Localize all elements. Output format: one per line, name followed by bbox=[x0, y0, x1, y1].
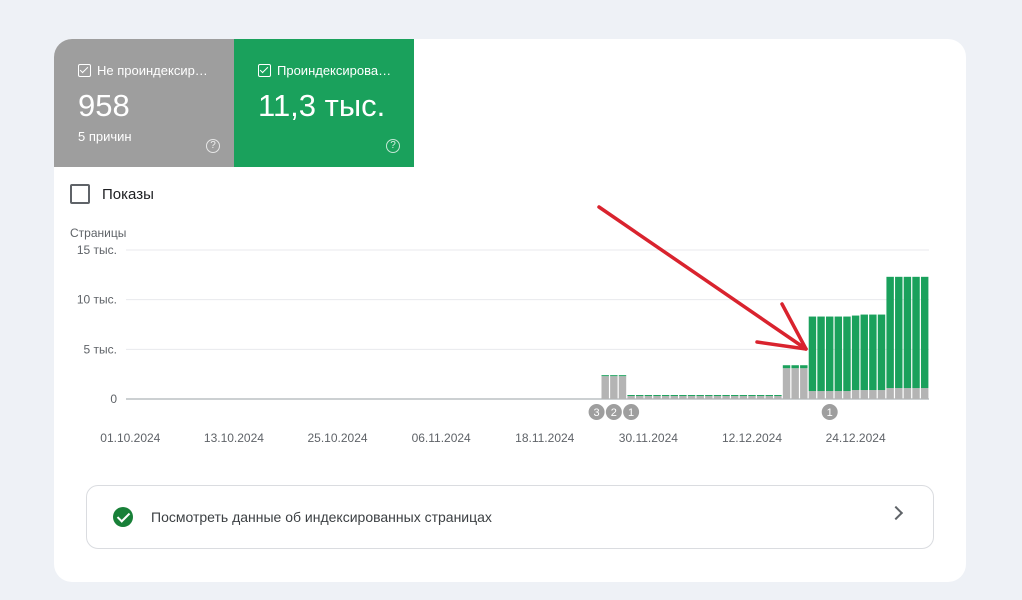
bar-segment bbox=[817, 391, 825, 399]
y-tick-label: 5 тыс. bbox=[84, 342, 117, 356]
x-tick-label: 18.11.2024 bbox=[515, 431, 574, 445]
annotation-label: 1 bbox=[827, 407, 833, 419]
annotation-label: 3 bbox=[594, 407, 600, 419]
bar-segment bbox=[696, 395, 704, 397]
bar-segment bbox=[877, 314, 886, 391]
bar-segment bbox=[834, 316, 843, 392]
bar-segment bbox=[808, 391, 817, 399]
bar-segment bbox=[920, 276, 929, 389]
bar-segment bbox=[756, 396, 765, 399]
bar-segment bbox=[895, 276, 903, 389]
y-tick-label: 10 тыс. bbox=[77, 293, 117, 307]
annotation-label: 1 bbox=[628, 407, 634, 419]
bar-segment bbox=[869, 314, 877, 391]
bar-segment bbox=[661, 395, 670, 397]
bar-segment bbox=[817, 316, 825, 392]
bar-segment bbox=[722, 396, 730, 399]
view-indexed-pages-text: Посмотреть данные об индексированных стр… bbox=[151, 509, 492, 525]
red-arrow-shaft bbox=[597, 205, 808, 351]
bar-segment bbox=[661, 396, 670, 399]
bar-segment bbox=[627, 396, 635, 399]
x-tick-label: 13.10.2024 bbox=[204, 431, 264, 445]
bar-segment bbox=[748, 395, 756, 397]
y-tick-label: 0 bbox=[110, 392, 117, 406]
bar-segment bbox=[774, 396, 782, 399]
bar-segment bbox=[886, 276, 894, 389]
bar-segment bbox=[756, 395, 765, 397]
bar-segment bbox=[653, 395, 661, 397]
x-tick-label: 30.11.2024 bbox=[619, 431, 678, 445]
view-indexed-pages-link[interactable]: Посмотреть данные об индексированных стр… bbox=[86, 485, 934, 549]
bar-segment bbox=[825, 316, 834, 392]
bar-segment bbox=[748, 396, 756, 399]
bar-segment bbox=[800, 365, 808, 369]
bar-segment bbox=[860, 390, 868, 399]
bar-segment bbox=[791, 368, 799, 399]
bar-segment bbox=[670, 396, 679, 399]
bar-segment bbox=[705, 395, 713, 397]
bar-segment bbox=[765, 396, 773, 399]
bar-segment bbox=[782, 368, 791, 399]
bar-segment bbox=[722, 395, 730, 397]
bar-segment bbox=[903, 388, 912, 399]
bar-segment bbox=[713, 396, 722, 399]
bar-segment bbox=[774, 395, 782, 397]
x-tick-label: 01.10.2024 bbox=[100, 431, 160, 445]
bar-segment bbox=[687, 395, 696, 397]
bar-segment bbox=[636, 395, 644, 397]
bar-segment bbox=[869, 390, 877, 399]
bar-segment bbox=[618, 375, 627, 377]
bar-segment bbox=[687, 396, 696, 399]
annotation-label: 2 bbox=[611, 407, 617, 419]
x-tick-label: 06.11.2024 bbox=[412, 431, 471, 445]
bar-segment bbox=[644, 395, 653, 397]
bar-segment bbox=[843, 391, 851, 399]
bar-segment bbox=[739, 395, 748, 397]
bar-segment bbox=[601, 376, 609, 399]
bar-segment bbox=[912, 388, 920, 399]
x-tick-label: 24.12.2024 bbox=[826, 431, 886, 445]
bar-segment bbox=[791, 365, 799, 369]
bar-segment bbox=[713, 395, 722, 397]
bar-segment bbox=[610, 375, 618, 377]
bar-segment bbox=[765, 395, 773, 397]
x-tick-label: 12.12.2024 bbox=[722, 431, 782, 445]
x-tick-label: 25.10.2024 bbox=[308, 431, 368, 445]
bar-segment bbox=[731, 395, 739, 397]
bar-segment bbox=[834, 391, 843, 399]
bar-segment bbox=[610, 376, 618, 399]
bar-segment bbox=[670, 395, 679, 397]
bar-segment bbox=[877, 390, 886, 399]
bar-segment bbox=[860, 314, 868, 391]
bar-segment bbox=[653, 396, 661, 399]
bar-segment bbox=[851, 390, 860, 399]
indexing-report-card: Не проиндексир… 958 5 причин ? Проиндекс… bbox=[54, 39, 966, 582]
y-axis-title: Страницы bbox=[70, 226, 126, 240]
bar-segment bbox=[705, 396, 713, 399]
y-tick-label: 15 тыс. bbox=[77, 243, 117, 257]
bar-segment bbox=[644, 396, 653, 399]
bar-segment bbox=[895, 388, 903, 399]
bar-segment bbox=[825, 391, 834, 399]
bar-segment bbox=[636, 396, 644, 399]
bar-segment bbox=[601, 375, 609, 377]
bar-segment bbox=[886, 388, 894, 399]
bar-segment bbox=[782, 365, 791, 369]
check-circle-icon bbox=[113, 507, 133, 527]
bar-segment bbox=[679, 396, 687, 399]
bar-segment bbox=[731, 396, 739, 399]
bar-segment bbox=[808, 316, 817, 392]
bar-segment bbox=[618, 376, 627, 399]
bar-segment bbox=[800, 368, 808, 399]
bar-segment bbox=[679, 395, 687, 397]
bar-segment bbox=[843, 316, 851, 392]
bar-segment bbox=[696, 396, 704, 399]
bar-segment bbox=[903, 276, 912, 389]
bar-segment bbox=[920, 388, 929, 399]
bar-segment bbox=[627, 395, 635, 397]
bar-segment bbox=[739, 396, 748, 399]
bar-segment bbox=[851, 315, 860, 391]
bar-segment bbox=[912, 276, 920, 389]
chevron-right-icon bbox=[888, 505, 904, 521]
